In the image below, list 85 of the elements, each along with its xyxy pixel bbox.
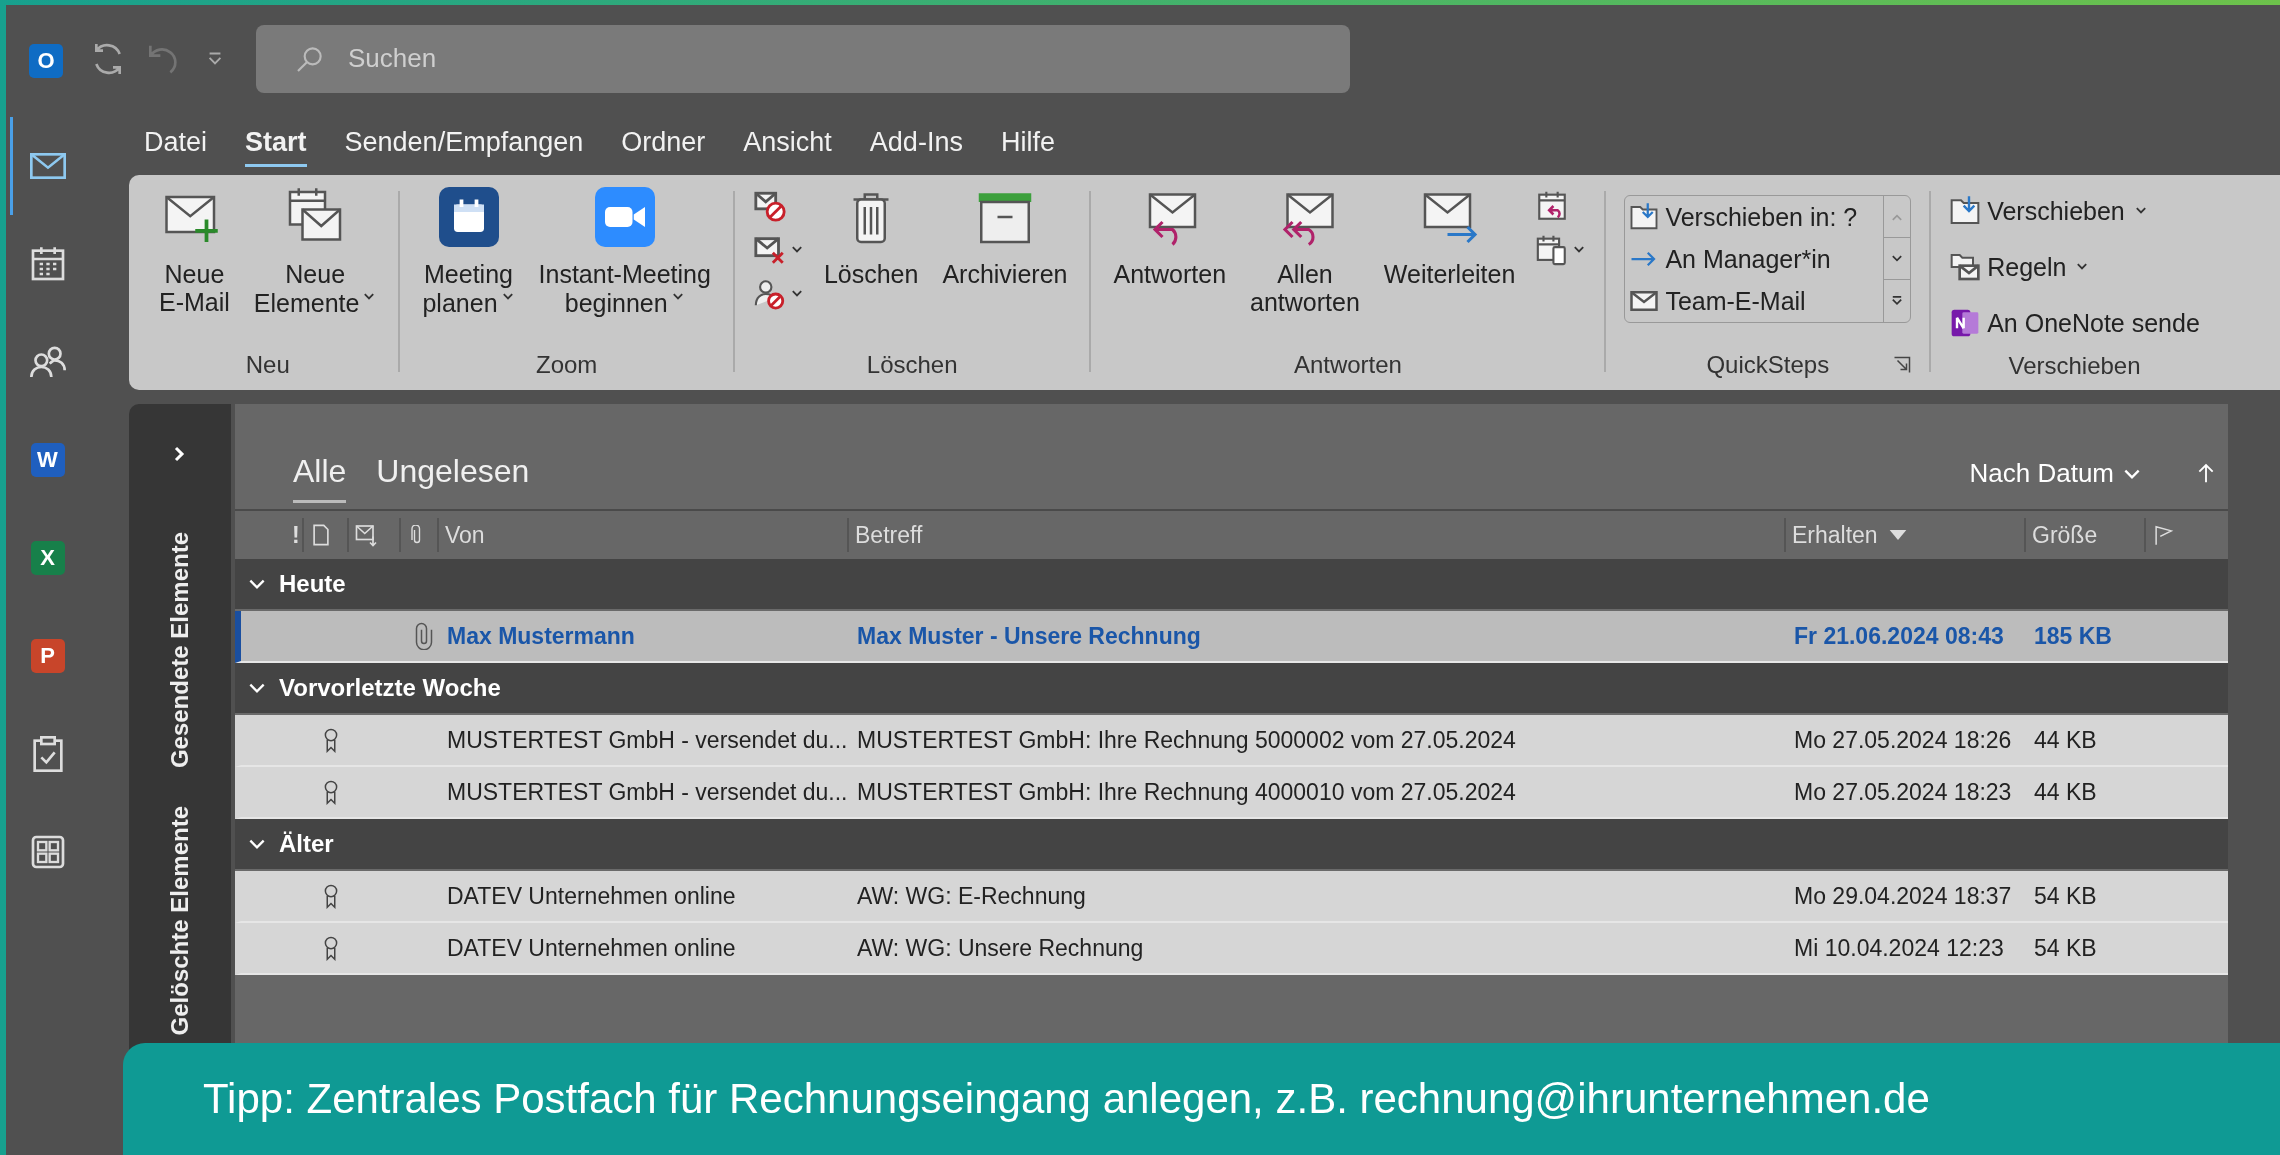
ribbon-button[interactable]: Regeln: [1949, 241, 2200, 293]
tip-banner: Tipp: Zentrales Postfach für Rechnungseingang anlegen, z.B. rechnung@ihrunternehmen.de: [123, 1043, 2280, 1155]
folder-item[interactable]: Gesendete Elemente: [166, 532, 194, 769]
app-launcher[interactable]: P: [10, 607, 82, 705]
date-cell-text: Mi 10.04.2024 12:23: [1793, 934, 2005, 962]
flag-icon[interactable]: [2152, 524, 2174, 546]
ribbon-button[interactable]: Instant-Meeting beginnen: [534, 185, 715, 318]
mail-row[interactable]: MUSTERTEST GmbH - versendet du... MUSTERTEST GmbH: Ihre Rechnung 4000010 vom 27.05.2024 Mo 27.05.2024 18:23 44 KB: [235, 767, 2228, 819]
ignore-icon: [752, 189, 787, 223]
ribbon-button[interactable]: Archivieren: [938, 185, 1072, 289]
folder-item[interactable]: Gelöschte Elemente: [166, 806, 194, 1036]
group-label: QuickSteps: [1706, 351, 1830, 379]
ribbon-button[interactable]: Antworten: [1109, 185, 1231, 289]
sender-cell-text: DATEV Unternehmen online: [446, 882, 737, 910]
subject-cell-text: AW: WG: Unsere Rechnung: [856, 934, 1145, 962]
quickstep-item[interactable]: Verschieben in: ?: [1629, 196, 1880, 238]
dialog-launcher-icon[interactable]: [1893, 356, 1912, 374]
quickstep-item[interactable]: An Manager*in: [1629, 238, 1880, 280]
date-cell-text: Mo 29.04.2024 18:37: [1793, 882, 2013, 910]
date-cell-text: Mo 27.05.2024 18:26: [1793, 726, 2013, 754]
subject-cell-text: Max Muster - Unsere Rechnung: [856, 622, 1202, 650]
rules-icon: [1949, 251, 1982, 283]
menu-tab[interactable]: Senden/Empfangen: [344, 120, 584, 167]
size-cell-text: 44 KB: [2033, 778, 2098, 806]
group-header[interactable]: Heute: [235, 559, 2228, 611]
menu-tab[interactable]: Ordner: [621, 120, 706, 167]
group-label: Zoom: [536, 351, 598, 379]
ribbon-button[interactable]: Neue Elemente: [249, 185, 381, 318]
column-header[interactable]: Betreff: [847, 518, 1784, 552]
folder-arrow-icon: [1629, 202, 1660, 232]
subject-cell-text: MUSTERTEST GmbH: Ihre Rechnung 5000002 vom 27.05.2024: [856, 726, 1517, 754]
size-cell-text: 185 KB: [2033, 622, 2113, 650]
blocked-person-icon: [752, 277, 787, 311]
app-launcher[interactable]: X: [10, 509, 82, 607]
app-launcher[interactable]: W: [10, 411, 82, 509]
filter-tab[interactable]: Ungelesen: [376, 453, 530, 503]
ribbon-button[interactable]: Neue E-Mail: [155, 185, 234, 317]
ribbon-button[interactable]: An OneNote sende: [1949, 297, 2200, 349]
calendar-icon: [438, 187, 499, 247]
envelope-arrow-icon[interactable]: [355, 523, 379, 547]
sender-cell-text: Max Mustermann: [446, 622, 636, 650]
ribbon-button[interactable]: Weiterleiten: [1379, 185, 1520, 289]
group-label: Verschieben: [2008, 351, 2141, 380]
menu-tab[interactable]: Hilfe: [1000, 120, 1055, 167]
ribbon-button[interactable]: Meeting planen: [418, 185, 519, 318]
column-header[interactable]: Größe: [2024, 518, 2144, 552]
menu-tab[interactable]: Add-Ins: [869, 120, 963, 167]
mail-row[interactable]: DATEV Unternehmen online AW: WG: E-Rechnung Mo 29.04.2024 18:37 54 KB: [235, 871, 2228, 923]
outlook-logo: O: [29, 44, 63, 78]
mail-row[interactable]: MUSTERTEST GmbH - versendet du... MUSTERTEST GmbH: Ihre Rechnung 5000002 vom 27.05.2024 Mo 27.05.2024 18:26 44 KB: [235, 715, 2228, 767]
size-cell-text: 54 KB: [2033, 882, 2098, 910]
sender-cell-text: DATEV Unternehmen online: [446, 934, 737, 962]
document-icon[interactable]: [310, 524, 332, 546]
filter-tab[interactable]: Alle: [293, 453, 347, 503]
group-label: Löschen: [866, 351, 958, 379]
ribbon-button[interactable]: Allen antworten: [1246, 185, 1364, 317]
group-header[interactable]: Vorvorletzte Woche: [235, 663, 2228, 715]
mail-row[interactable]: DATEV Unternehmen online AW: WG: Unsere Rechnung Mi 10.04.2024 12:23 54 KB: [235, 923, 2228, 975]
importance-header[interactable]: !: [282, 518, 302, 552]
group-label: Antworten: [1293, 351, 1402, 379]
sort-ascending-icon[interactable]: [2198, 461, 2214, 485]
subject-cell-text: MUSTERTEST GmbH: Ihre Rechnung 4000010 vom 27.05.2024: [856, 778, 1517, 806]
group-label: Neu: [245, 351, 290, 379]
sort-dropdown[interactable]: Nach Datum: [1969, 458, 2142, 503]
subject-cell-text: AW: WG: E-Rechnung: [856, 882, 1087, 910]
menu-tab[interactable]: Start: [245, 120, 307, 167]
menu-tab[interactable]: Datei: [144, 120, 208, 167]
search-field[interactable]: Suchen: [256, 24, 1350, 93]
ribbon-button[interactable]: Löschen: [819, 185, 923, 289]
video-camera-icon: [594, 187, 655, 247]
column-header[interactable]: Von: [437, 518, 847, 552]
group-header[interactable]: Älter: [235, 819, 2228, 871]
ribbon-button[interactable]: Verschieben: [1949, 185, 2200, 237]
sender-cell-text: MUSTERTEST GmbH - versendet du...: [446, 726, 849, 754]
size-cell-text: 54 KB: [2033, 934, 2098, 962]
size-cell-text: 44 KB: [2033, 726, 2098, 754]
folder-arrow-icon: [1949, 195, 1982, 227]
date-cell-text: Fr 21.06.2024 08:43: [1793, 622, 2005, 650]
sort-descending-icon: [1887, 528, 1908, 542]
date-cell-text: Mo 27.05.2024 18:23: [1793, 778, 2013, 806]
column-header[interactable]: Erhalten: [1784, 518, 2024, 552]
quickstep-item[interactable]: Team-E-Mail: [1629, 280, 1880, 322]
mail-row[interactable]: Max Mustermann Max Muster - Unsere Rechnung Fr 21.06.2024 08:43 185 KB: [235, 611, 2228, 663]
sender-cell-text: MUSTERTEST GmbH - versendet du...: [446, 778, 849, 806]
menu-tab[interactable]: Ansicht: [743, 120, 832, 167]
